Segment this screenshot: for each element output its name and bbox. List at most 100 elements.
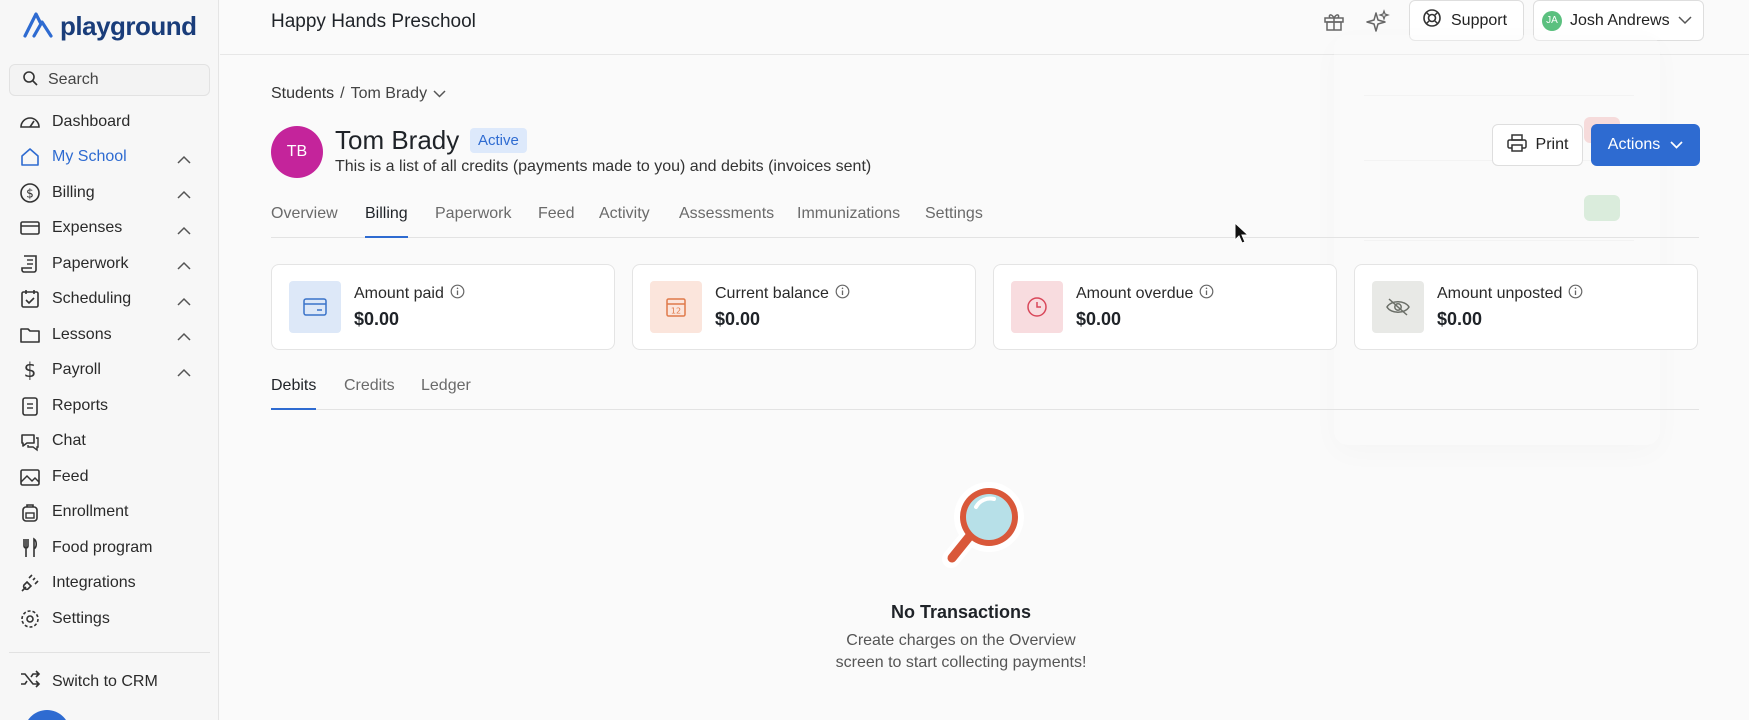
info-icon[interactable] [1199, 284, 1214, 304]
search-icon [22, 70, 38, 91]
chevron-down-icon [1670, 136, 1683, 154]
chevron-up-icon[interactable] [177, 328, 191, 346]
amount-unposted-value: $0.00 [1437, 309, 1483, 329]
sidebar-item-expenses[interactable]: Expenses [0, 211, 219, 247]
tab-immunizations[interactable]: Immunizations [797, 205, 900, 238]
sidebar-divider [9, 652, 210, 653]
receipt-icon [19, 217, 41, 239]
sidebar-item-dashboard[interactable]: Dashboard [0, 104, 219, 140]
support-button[interactable]: Support [1409, 0, 1524, 41]
scroll-icon [19, 253, 41, 275]
user-name: Josh Andrews [1570, 11, 1670, 29]
user-avatar: JA [1542, 10, 1562, 31]
logo-text: playground [60, 11, 197, 41]
info-icon[interactable] [450, 284, 465, 304]
sidebar-item-label: Chat [52, 432, 86, 450]
tab-overview[interactable]: Overview [271, 205, 338, 238]
clock-icon [1011, 281, 1063, 333]
user-menu-button[interactable]: JA Josh Andrews [1533, 0, 1704, 41]
empty-state-text: Create charges on the Overview screen to… [811, 630, 1111, 674]
current-balance-value: $0.00 [715, 309, 761, 329]
sidebar-item-feed[interactable]: Feed [0, 459, 219, 495]
tab-assessments[interactable]: Assessments [679, 205, 774, 238]
backpack-icon [19, 501, 41, 523]
actions-button[interactable]: Actions [1591, 124, 1700, 166]
gauge-icon [19, 111, 41, 133]
subtab-credits[interactable]: Credits [344, 377, 395, 410]
chevron-up-icon[interactable] [177, 222, 191, 240]
dollar-circle-icon: $ [19, 182, 41, 204]
tab-paperwork[interactable]: Paperwork [435, 205, 511, 238]
sidebar-item-settings[interactable]: Settings [0, 601, 219, 637]
playground-logo-icon [22, 10, 54, 43]
sidebar-item-label: Expenses [52, 219, 123, 237]
card-label: Current balance [715, 284, 850, 304]
svg-text:$: $ [26, 186, 34, 200]
sidebar-item-my-school[interactable]: My School [0, 140, 219, 176]
amount-paid-value: $0.00 [354, 309, 400, 329]
logo[interactable]: playground [22, 10, 197, 43]
amount-paid-card: Amount paid $0.00 [271, 264, 615, 350]
tab-billing[interactable]: Billing [365, 205, 408, 238]
search-placeholder: Search [48, 71, 99, 88]
sidebar-item-label: Settings [52, 609, 110, 627]
topbar: Happy Hands Preschool Support JA Josh An… [220, 0, 1749, 55]
search-input[interactable]: Search [9, 64, 210, 96]
dollar-icon: $ [19, 359, 41, 381]
actions-label: Actions [1607, 136, 1661, 153]
sidebar-item-label: Feed [52, 467, 89, 485]
amount-overdue-card: Amount overdue $0.00 [993, 264, 1337, 350]
info-icon[interactable] [1568, 284, 1583, 304]
sidebar-item-billing[interactable]: $ Billing [0, 175, 219, 211]
tab-feed[interactable]: Feed [538, 205, 574, 238]
sidebar-item-chat[interactable]: Chat [0, 424, 219, 460]
chevron-up-icon[interactable] [177, 151, 191, 169]
support-label: Support [1451, 11, 1508, 29]
calendar-check-icon [19, 288, 41, 310]
school-name: Happy Hands Preschool [271, 11, 476, 32]
info-icon[interactable] [835, 284, 850, 304]
breadcrumb-current[interactable]: Tom Brady [351, 85, 427, 103]
print-button[interactable]: Print [1492, 124, 1583, 166]
sidebar-item-scheduling[interactable]: Scheduling [0, 282, 219, 318]
empty-state-line-1: Create charges on the Overview [846, 632, 1076, 649]
chevron-up-icon[interactable] [177, 186, 191, 204]
chevron-down-icon[interactable] [433, 85, 446, 103]
credit-card-icon [289, 281, 341, 333]
student-avatar: TB [271, 126, 323, 178]
chevron-up-icon[interactable] [177, 364, 191, 382]
sidebar-item-payroll[interactable]: $ Payroll [0, 353, 219, 389]
amount-unposted-card: Amount unposted $0.00 [1354, 264, 1698, 350]
subtab-debits[interactable]: Debits [271, 377, 317, 410]
chevron-up-icon[interactable] [177, 293, 191, 311]
current-balance-card: 12 Current balance $0.00 [632, 264, 976, 350]
chevron-up-icon[interactable] [177, 257, 191, 275]
sidebar-item-integrations[interactable]: Integrations [0, 566, 219, 602]
sidebar-item-reports[interactable]: Reports [0, 388, 219, 424]
sidebar-item-lessons[interactable]: Lessons [0, 317, 219, 353]
tab-settings[interactable]: Settings [925, 205, 983, 238]
sidebar-item-label: Food program [52, 538, 153, 556]
page-subtitle: This is a list of all credits (payments … [335, 158, 872, 175]
sidebar-item-paperwork[interactable]: Paperwork [0, 246, 219, 282]
help-chat-bubble[interactable] [24, 710, 70, 720]
sidebar-item-enrollment[interactable]: Enrollment [0, 495, 219, 531]
sidebar-nav: Dashboard My School $ Billing Expenses P… [0, 104, 219, 637]
breadcrumb-students-link[interactable]: Students [271, 85, 334, 103]
gift-icon[interactable] [1322, 9, 1346, 38]
image-icon [19, 466, 41, 488]
mouse-cursor-icon [1234, 221, 1250, 249]
calendar-icon: 12 [650, 281, 702, 333]
subtab-ledger[interactable]: Ledger [421, 377, 471, 410]
sidebar-item-label: Integrations [52, 574, 136, 592]
sidebar-item-food-program[interactable]: Food program [0, 530, 219, 566]
tab-activity[interactable]: Activity [599, 205, 650, 238]
eye-off-icon [1372, 281, 1424, 333]
sidebar-item-label: Enrollment [52, 503, 129, 521]
amount-overdue-value: $0.00 [1076, 309, 1122, 329]
switch-crm-label: Switch to CRM [52, 672, 158, 690]
sparkle-icon[interactable] [1366, 9, 1390, 38]
switch-to-crm-button[interactable]: Switch to CRM [19, 670, 158, 693]
sidebar-item-label: Payroll [52, 361, 101, 379]
billing-subtabs: Debits Credits Ledger [271, 377, 1699, 410]
